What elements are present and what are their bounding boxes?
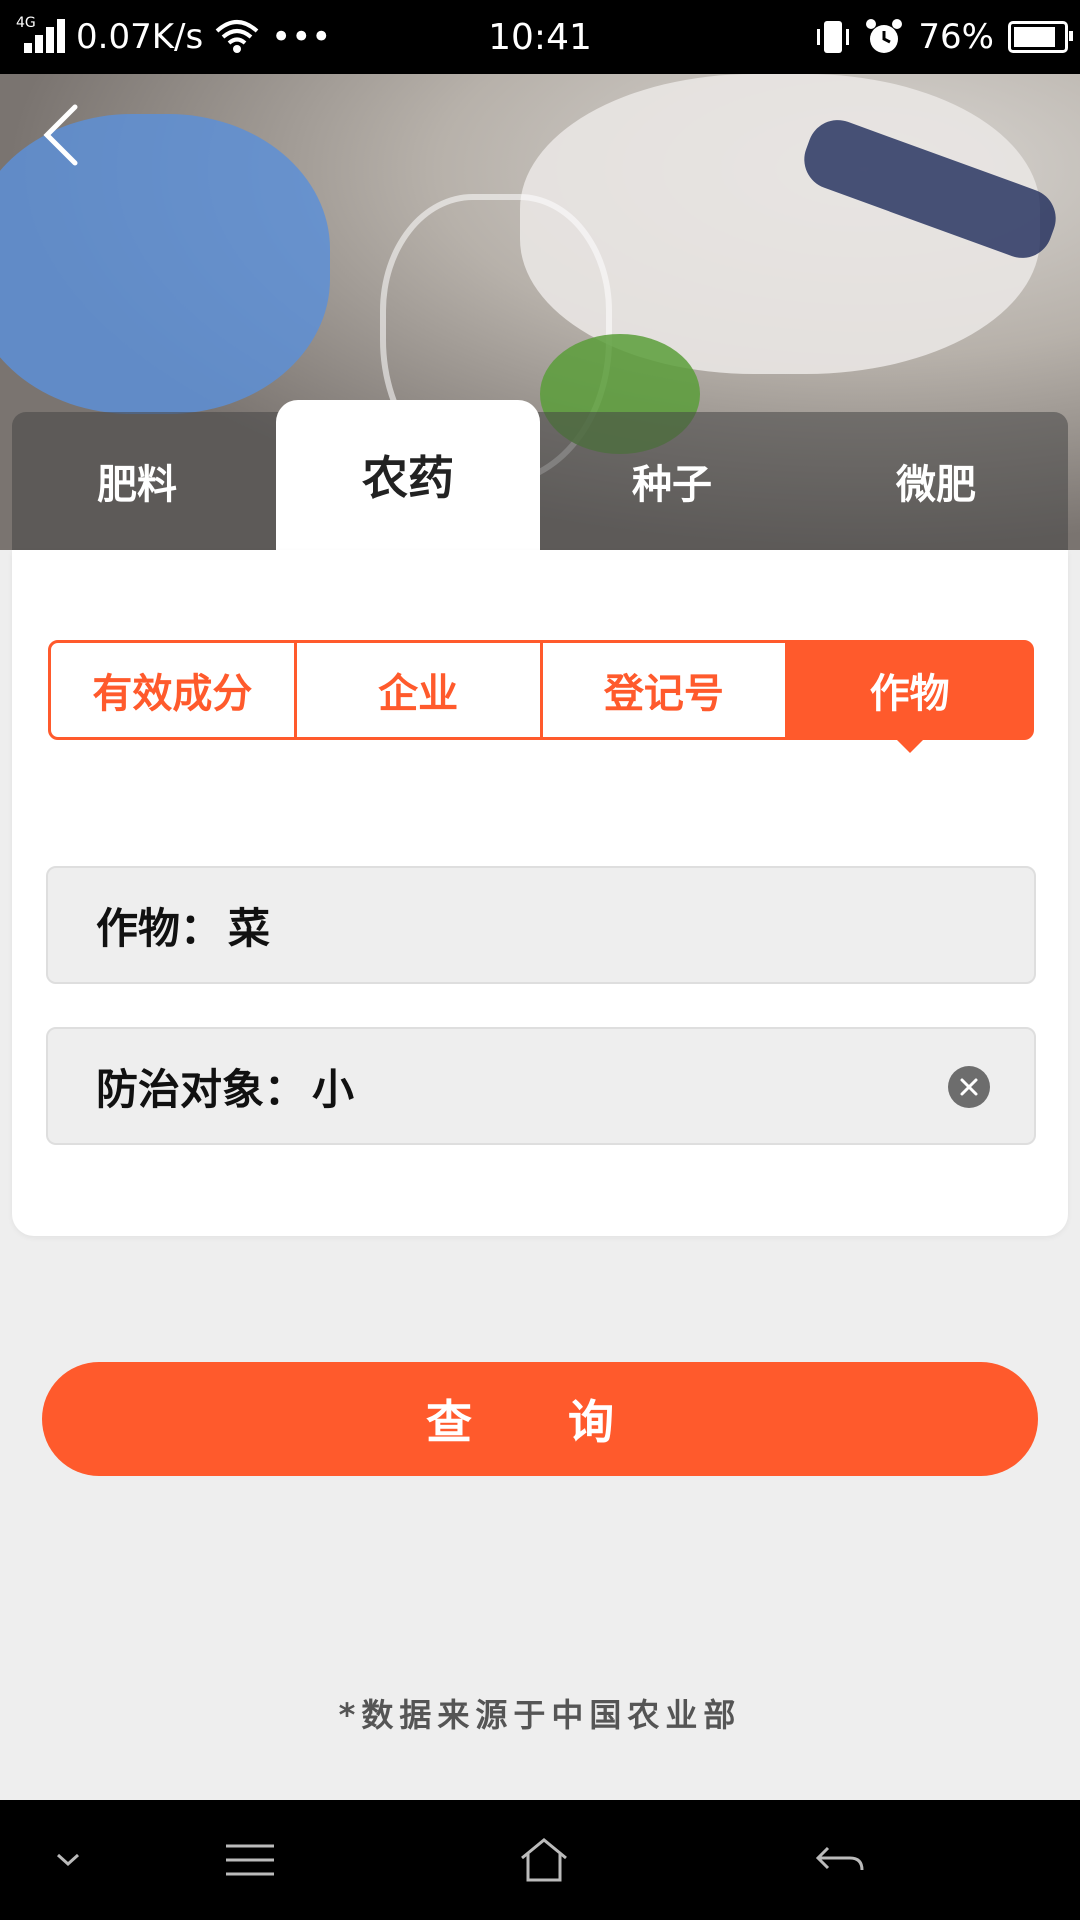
search-card: 有效成分 企业 登记号 作物 作物： 菜 防治对象： 小: [12, 550, 1068, 1236]
cell-signal-icon: 4G: [16, 15, 65, 57]
tab-registration-number[interactable]: 登记号: [543, 643, 789, 737]
crop-field-value[interactable]: 菜: [228, 895, 270, 956]
crop-field-label: 作物：: [96, 903, 223, 953]
menu-button[interactable]: [220, 1830, 280, 1890]
category-tabs: 肥料 农药 种子 微肥: [12, 400, 1068, 550]
crop-field[interactable]: 作物： 菜: [46, 866, 1036, 984]
back-button[interactable]: [36, 100, 86, 170]
tab-active-ingredient[interactable]: 有效成分: [51, 643, 297, 737]
wifi-icon: [215, 20, 259, 53]
tab-crop[interactable]: 作物: [788, 643, 1031, 737]
home-icon: [521, 1838, 567, 1882]
tab-seed[interactable]: 种子: [540, 412, 804, 550]
chevron-down-icon: [56, 1853, 80, 1867]
back-nav-button[interactable]: [810, 1830, 870, 1890]
close-icon: [960, 1078, 978, 1096]
data-source-note: *数据来源于中国农业部: [338, 1696, 742, 1734]
navigation-bar: [0, 1800, 1080, 1920]
search-type-tabs: 有效成分 企业 登记号 作物: [48, 640, 1034, 740]
clear-button[interactable]: [948, 1066, 990, 1108]
menu-icon: [226, 1844, 274, 1876]
chevron-left-icon: [43, 104, 78, 166]
query-button[interactable]: 查 询: [42, 1362, 1038, 1476]
tab-micro-fertilizer[interactable]: 微肥: [804, 412, 1068, 550]
home-button[interactable]: [514, 1830, 574, 1890]
status-bar: 4G 0.07K/s ••• 10:41 76%: [0, 0, 1080, 74]
tab-company[interactable]: 企业: [297, 643, 543, 737]
battery-percent: 76%: [918, 17, 994, 57]
clock: 10:41: [488, 16, 592, 58]
more-dots: •••: [271, 17, 332, 57]
tab-pesticide[interactable]: 农药: [276, 400, 540, 550]
alarm-icon: [866, 19, 903, 53]
tab-fertilizer[interactable]: 肥料: [12, 412, 262, 550]
network-type: 4G: [16, 15, 36, 31]
network-speed: 0.07K/s: [76, 17, 204, 57]
collapse-nav-button[interactable]: [48, 1830, 88, 1890]
back-arrow-icon: [815, 1846, 864, 1871]
target-field-value[interactable]: 小: [312, 1056, 354, 1117]
vibrate-icon: [817, 21, 850, 53]
target-field[interactable]: 防治对象： 小: [46, 1027, 1036, 1145]
target-field-label: 防治对象：: [96, 1064, 307, 1114]
battery-icon: [1008, 21, 1073, 53]
